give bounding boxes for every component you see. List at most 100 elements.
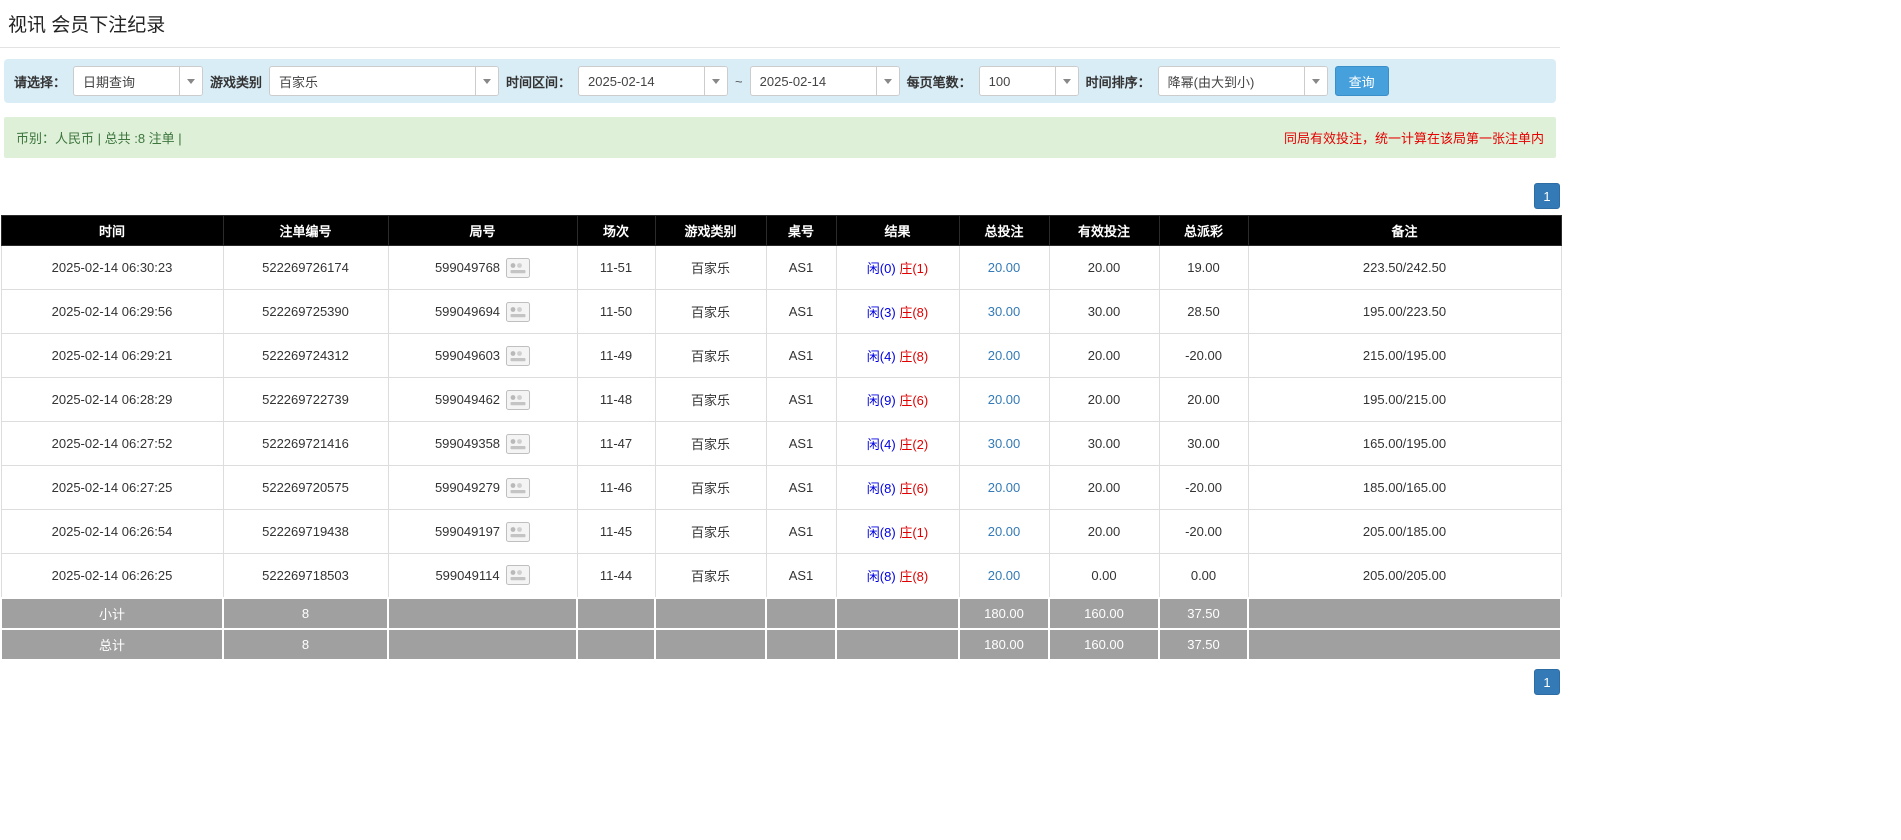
page-button-1[interactable]: 1	[1534, 183, 1560, 209]
result-banker: 庄(8)	[899, 305, 929, 320]
total-bet-cell: 20.00	[958, 377, 1050, 422]
payout-cell: -20.00	[1158, 333, 1249, 378]
round-cell: 599049197	[387, 509, 578, 554]
total-bet-cell: 20.00	[958, 465, 1050, 510]
time-cell: 2025-02-14 06:30:23	[0, 245, 224, 290]
bet-id-cell: 522269726174	[222, 245, 389, 290]
valid-bet-cell: 20.00	[1048, 509, 1160, 554]
table-no-cell: AS1	[765, 333, 837, 378]
table-no-cell: AS1	[765, 289, 837, 334]
result-player: 闲(4)	[866, 349, 896, 364]
payout-cell: -20.00	[1158, 465, 1249, 510]
summary-cell	[576, 596, 656, 630]
total-bet-link[interactable]: 20.00	[988, 524, 1021, 539]
total-bet-link[interactable]: 20.00	[988, 348, 1021, 363]
result-banker: 庄(6)	[899, 481, 929, 496]
summary-cell: 37.50	[1158, 627, 1249, 661]
time-cell: 2025-02-14 06:29:21	[0, 333, 224, 378]
total-bet-link[interactable]: 20.00	[988, 392, 1021, 407]
summary-cell	[835, 627, 960, 661]
summary-cell: 160.00	[1048, 627, 1160, 661]
table-no-cell: AS1	[765, 421, 837, 466]
table-footer: 小计 8 180.00 160.00 37.50 总计 8 180.00 160.00 37.50	[0, 596, 1562, 661]
total-bet-link[interactable]: 30.00	[988, 304, 1021, 319]
roadmap-icon[interactable]	[506, 433, 531, 454]
table-row: 2025-02-14 06:26:25 522269718503 599049114…	[0, 553, 1562, 598]
column-header: 时间	[0, 215, 224, 246]
total-bet-link[interactable]: 20.00	[988, 568, 1021, 583]
summary-cell	[765, 596, 837, 630]
time-cell: 2025-02-14 06:29:56	[0, 289, 224, 334]
summary-cell: 8	[222, 596, 389, 630]
payout-cell: -20.00	[1158, 509, 1249, 554]
query-type-select[interactable]: 日期查询	[73, 66, 204, 96]
column-header: 场次	[576, 215, 656, 246]
summary-cell	[765, 627, 837, 661]
search-button[interactable]: 查询	[1334, 66, 1389, 96]
chevron-down-icon	[1303, 67, 1327, 95]
summary-cell	[835, 596, 960, 630]
summary-cell	[1247, 627, 1562, 661]
sort-select[interactable]: 降幂(由大到小)	[1157, 66, 1328, 96]
query-type-value: 日期查询	[83, 74, 136, 90]
result-player: 闲(8)	[866, 481, 896, 496]
time-cell: 2025-02-14 06:27:52	[0, 421, 224, 466]
date-to-select[interactable]: 2025-02-14	[749, 66, 900, 96]
roadmap-icon[interactable]	[505, 565, 530, 586]
bet-id-cell: 522269722739	[222, 377, 389, 422]
round-cell: 599049603	[387, 333, 578, 378]
chevron-down-icon	[875, 67, 899, 95]
result-player: 闲(3)	[866, 305, 896, 320]
valid-bet-cell: 30.00	[1048, 421, 1160, 466]
summary-cell: 180.00	[958, 596, 1050, 630]
summary-cell	[1247, 596, 1562, 630]
session-cell: 11-51	[576, 245, 656, 290]
page-title: 视讯 会员下注纪录	[0, 0, 1560, 48]
per-page-value: 100	[988, 73, 1011, 89]
notice-text: 同局有效投注，统一计算在该局第一张注单内	[1283, 131, 1544, 146]
valid-bet-cell: 20.00	[1048, 245, 1160, 290]
table-no-cell: AS1	[765, 465, 837, 510]
session-cell: 11-50	[576, 289, 656, 334]
subtotal-row: 小计 8 180.00 160.00 37.50	[0, 596, 1562, 630]
chevron-down-icon	[1054, 67, 1078, 95]
roadmap-icon[interactable]	[506, 345, 531, 366]
roadmap-icon[interactable]	[506, 301, 531, 322]
game-type-cell: 百家乐	[654, 245, 767, 290]
pagination-top: 1	[0, 183, 1560, 209]
total-bet-link[interactable]: 20.00	[988, 260, 1021, 275]
table-no-cell: AS1	[765, 553, 837, 598]
filter-bar: 请选择： 日期查询 游戏类别 百家乐 时间区间： 2025-02-14 ~ 20…	[4, 59, 1556, 103]
session-cell: 11-48	[576, 377, 656, 422]
time-cell: 2025-02-14 06:27:25	[0, 465, 224, 510]
roadmap-icon[interactable]	[506, 257, 531, 278]
total-bet-cell: 20.00	[958, 333, 1050, 378]
valid-bet-cell: 20.00	[1048, 377, 1160, 422]
total-bet-link[interactable]: 30.00	[988, 436, 1021, 451]
round-id: 599049462	[434, 392, 501, 407]
remark-cell: 215.00/195.00	[1247, 333, 1562, 378]
result-banker: 庄(1)	[899, 261, 929, 276]
result-banker: 庄(8)	[899, 349, 929, 364]
roadmap-icon[interactable]	[506, 521, 531, 542]
per-page-select[interactable]: 100	[978, 66, 1079, 96]
page-button-1[interactable]: 1	[1534, 668, 1560, 695]
result-cell: 闲(8) 庄(1)	[835, 509, 960, 554]
bet-id-cell: 522269721416	[222, 421, 389, 466]
date-from-select[interactable]: 2025-02-14	[578, 66, 729, 96]
payout-cell: 19.00	[1158, 245, 1249, 290]
roadmap-icon[interactable]	[506, 477, 531, 498]
roadmap-icon[interactable]	[506, 389, 531, 410]
valid-bet-cell: 20.00	[1048, 465, 1160, 510]
sort-label: 时间排序：	[1085, 74, 1151, 90]
game-type-cell: 百家乐	[654, 509, 767, 554]
per-page-label: 每页笔数：	[906, 74, 972, 90]
round-id: 599049279	[434, 480, 501, 495]
date-range-separator: ~	[735, 73, 743, 89]
game-type-select[interactable]: 百家乐	[269, 66, 500, 96]
time-range-label: 时间区间：	[506, 74, 572, 90]
valid-bet-cell: 20.00	[1048, 333, 1160, 378]
round-cell: 599049114	[387, 553, 578, 598]
session-cell: 11-47	[576, 421, 656, 466]
total-bet-link[interactable]: 20.00	[988, 480, 1021, 495]
